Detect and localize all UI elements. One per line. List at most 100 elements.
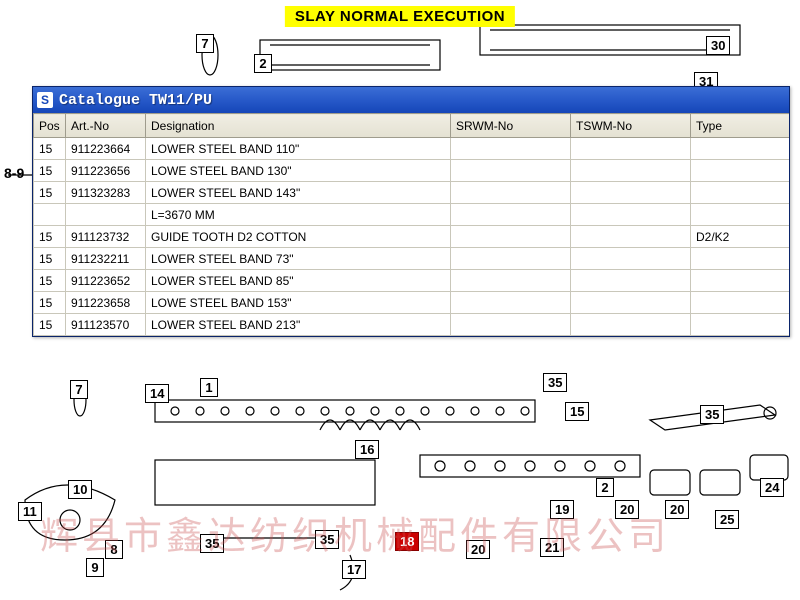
cell-tswm[interactable] — [571, 248, 691, 270]
cell-tswm[interactable] — [571, 160, 691, 182]
table-row[interactable]: 15911232211LOWER STEEL BAND 73" — [34, 248, 790, 270]
table-row[interactable]: 15911123732GUIDE TOOTH D2 COTTON D2/K2 — [34, 226, 790, 248]
table-row[interactable]: 15911223658LOWE STEEL BAND 153" — [34, 292, 790, 314]
cell-pos[interactable]: 15 — [34, 248, 66, 270]
cell-des[interactable]: LOWER STEEL BAND 143" — [146, 182, 451, 204]
cell-type[interactable] — [691, 160, 790, 182]
diagram-callout-7: 7 — [70, 380, 88, 399]
cell-pos[interactable]: 15 — [34, 160, 66, 182]
diagram-callout-2: 2 — [254, 54, 272, 73]
cell-tswm[interactable] — [571, 182, 691, 204]
cell-srwm[interactable] — [451, 182, 571, 204]
cell-pos[interactable]: 15 — [34, 314, 66, 336]
cell-art[interactable]: 911323283 — [66, 182, 146, 204]
cell-des[interactable]: LOWER STEEL BAND 213" — [146, 314, 451, 336]
cell-pos[interactable]: 15 — [34, 182, 66, 204]
diagram-callout-17: 17 — [342, 560, 366, 579]
cell-tswm[interactable] — [571, 314, 691, 336]
diagram-callout-2: 2 — [596, 478, 614, 497]
cell-pos[interactable]: 15 — [34, 292, 66, 314]
cell-des[interactable]: LOWE STEEL BAND 130" — [146, 160, 451, 182]
cell-type[interactable] — [691, 138, 790, 160]
catalogue-table[interactable]: PosArt.-NoDesignationSRWM-NoTSWM-NoType … — [33, 113, 789, 336]
cell-srwm[interactable] — [451, 314, 571, 336]
window-titlebar[interactable]: S Catalogue TW11/PU — [33, 87, 789, 113]
diagram-callout-14: 14 — [145, 384, 169, 403]
table-row[interactable]: 15911123570LOWER STEEL BAND 213" — [34, 314, 790, 336]
cell-art[interactable]: 911223656 — [66, 160, 146, 182]
cell-des[interactable]: LOWER STEEL BAND 110" — [146, 138, 451, 160]
cell-type[interactable]: D2/K2 — [691, 226, 790, 248]
table-row[interactable]: 15911223664LOWER STEEL BAND 110" — [34, 138, 790, 160]
cell-pos[interactable]: 15 — [34, 138, 66, 160]
diagram-callout-24: 24 — [760, 478, 784, 497]
cell-art[interactable]: 911223664 — [66, 138, 146, 160]
window-title: Catalogue TW11/PU — [59, 92, 212, 109]
cell-type[interactable] — [691, 182, 790, 204]
cell-tswm[interactable] — [571, 292, 691, 314]
diagram-callout-7: 7 — [196, 34, 214, 53]
column-header-pos[interactable]: Pos — [34, 114, 66, 138]
diagram-callout-35: 35 — [315, 530, 339, 549]
cell-des[interactable]: LOWE STEEL BAND 153" — [146, 292, 451, 314]
table-row[interactable]: 15911323283LOWER STEEL BAND 143" — [34, 182, 790, 204]
cell-type[interactable] — [691, 248, 790, 270]
diagram-callout-30: 30 — [706, 36, 730, 55]
diagram-callout-35: 35 — [700, 405, 724, 424]
cell-srwm[interactable] — [451, 138, 571, 160]
diagram-callout-25: 25 — [715, 510, 739, 529]
cell-art[interactable] — [66, 204, 146, 226]
diagram-callout-15: 15 — [565, 402, 589, 421]
cell-srwm[interactable] — [451, 160, 571, 182]
cell-pos[interactable]: 15 — [34, 270, 66, 292]
cell-srwm[interactable] — [451, 292, 571, 314]
catalogue-window[interactable]: S Catalogue TW11/PU PosArt.-NoDesignatio… — [32, 86, 790, 337]
cell-srwm[interactable] — [451, 204, 571, 226]
diagram-callout-18: 18 — [395, 532, 419, 551]
cell-pos[interactable] — [34, 204, 66, 226]
table-row[interactable]: 15911223652LOWER STEEL BAND 85" — [34, 270, 790, 292]
table-row[interactable]: 15911223656LOWE STEEL BAND 130" — [34, 160, 790, 182]
cell-tswm[interactable] — [571, 226, 691, 248]
cell-type[interactable] — [691, 292, 790, 314]
cell-type[interactable] — [691, 204, 790, 226]
column-header-des[interactable]: Designation — [146, 114, 451, 138]
cell-art[interactable]: 911123570 — [66, 314, 146, 336]
column-header-srwm[interactable]: SRWM-No — [451, 114, 571, 138]
diagram-side-label: 8-9 — [4, 165, 24, 181]
diagram-callout-20: 20 — [615, 500, 639, 519]
diagram-title: SLAY NORMAL EXECUTION — [285, 6, 515, 27]
cell-art[interactable]: 911223652 — [66, 270, 146, 292]
diagram-callout-35: 35 — [543, 373, 567, 392]
cell-des[interactable]: GUIDE TOOTH D2 COTTON — [146, 226, 451, 248]
cell-srwm[interactable] — [451, 248, 571, 270]
cell-tswm[interactable] — [571, 138, 691, 160]
cell-srwm[interactable] — [451, 226, 571, 248]
cell-pos[interactable]: 15 — [34, 226, 66, 248]
diagram-callout-19: 19 — [550, 500, 574, 519]
diagram-callout-8: 8 — [105, 540, 123, 559]
diagram-callout-10: 10 — [68, 480, 92, 499]
cell-des[interactable]: LOWER STEEL BAND 73" — [146, 248, 451, 270]
cell-type[interactable] — [691, 314, 790, 336]
table-row[interactable]: L=3670 MM — [34, 204, 790, 226]
diagram-callout-11: 11 — [18, 502, 42, 521]
cell-art[interactable]: 911223658 — [66, 292, 146, 314]
cell-art[interactable]: 911123732 — [66, 226, 146, 248]
catalogue-table-wrap: PosArt.-NoDesignationSRWM-NoTSWM-NoType … — [33, 113, 789, 336]
cell-tswm[interactable] — [571, 270, 691, 292]
diagram-callout-20: 20 — [466, 540, 490, 559]
app-icon: S — [37, 92, 53, 108]
cell-type[interactable] — [691, 270, 790, 292]
column-header-tswm[interactable]: TSWM-No — [571, 114, 691, 138]
column-header-art[interactable]: Art.-No — [66, 114, 146, 138]
diagram-callout-35: 35 — [200, 534, 224, 553]
diagram-callout-1: 1 — [200, 378, 218, 397]
cell-art[interactable]: 911232211 — [66, 248, 146, 270]
cell-des[interactable]: L=3670 MM — [146, 204, 451, 226]
cell-tswm[interactable] — [571, 204, 691, 226]
column-header-type[interactable]: Type — [691, 114, 790, 138]
cell-srwm[interactable] — [451, 270, 571, 292]
cell-des[interactable]: LOWER STEEL BAND 85" — [146, 270, 451, 292]
diagram-callout-16: 16 — [355, 440, 379, 459]
